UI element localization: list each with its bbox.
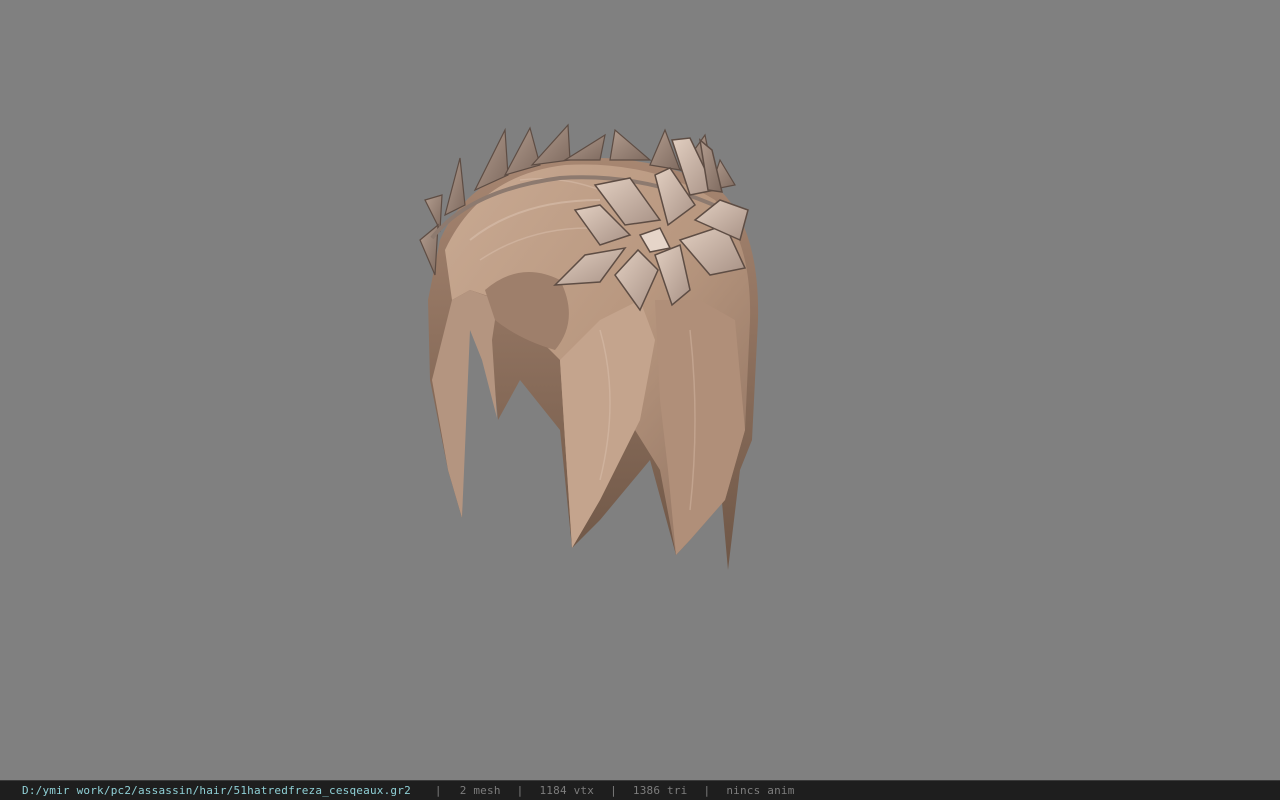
3d-viewport[interactable]: [0, 0, 1280, 780]
status-bar: D:/ymir work/pc2/assassin/hair/51hatredf…: [0, 780, 1280, 800]
status-separator: |: [516, 784, 524, 797]
status-vertex-count: 1184 vtx: [539, 784, 595, 797]
status-separator: |: [703, 784, 711, 797]
status-animation: nincs anim: [726, 784, 795, 797]
status-triangle-count: 1386 tri: [632, 784, 688, 797]
status-file-path: D:/ymir work/pc2/assassin/hair/51hatredf…: [22, 784, 411, 797]
hair-model-render: [419, 123, 759, 570]
status-mesh-count: 2 mesh: [459, 784, 501, 797]
status-separator: |: [434, 784, 442, 797]
status-separator: |: [610, 784, 617, 797]
